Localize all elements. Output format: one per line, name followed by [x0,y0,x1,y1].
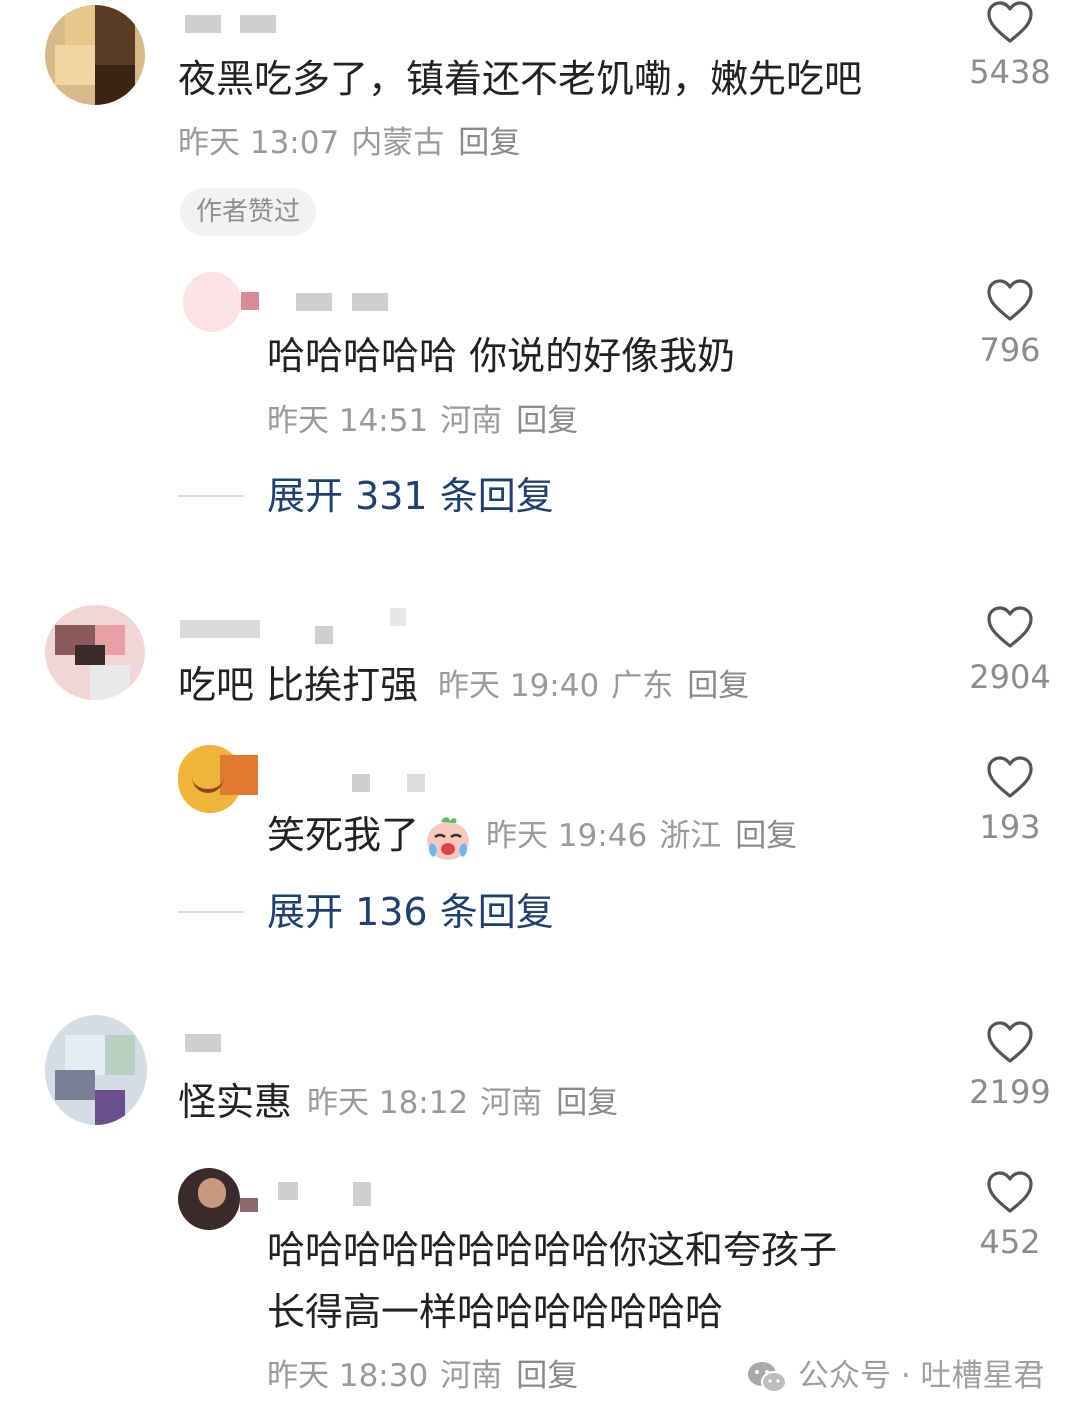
avatar[interactable] [45,5,145,105]
comment-time: 昨天 18:12 [307,1085,469,1121]
reply-location: 河南 [440,1358,503,1394]
like-button[interactable]: 5438 [955,0,1065,92]
heart-outline-icon [987,1021,1033,1063]
username-blurred[interactable] [185,15,221,33]
watermark: 公众号 · 吐槽星君 [746,1356,1045,1396]
expand-divider [178,495,244,497]
comment-meta: 昨天 13:07 内蒙古 回复 [178,123,520,163]
avatar[interactable] [178,745,260,813]
heart-outline-icon [987,606,1033,648]
username-blurred[interactable] [278,1182,298,1200]
reply-button[interactable]: 回复 [735,818,797,854]
wechat-icon [748,1361,787,1393]
reply-location: 河南 [440,403,503,439]
reply-time: 昨天 19:46 [486,818,648,854]
avatar[interactable] [183,272,261,334]
like-count: 2199 [969,1073,1051,1111]
like-count: 796 [979,331,1041,369]
reply-meta: 昨天 14:51 河南 回复 [267,401,578,441]
avatar[interactable] [45,605,145,700]
username-blurred[interactable] [180,620,260,638]
reply-button[interactable]: 回复 [687,668,749,704]
reply-meta: 昨天 19:46 浙江 回复 [486,816,797,856]
username-blurred[interactable] [353,1182,371,1206]
heart-outline-icon [987,756,1033,798]
comment-meta: 昨天 19:40 广东 回复 [438,666,749,706]
username-blurred[interactable] [352,293,388,311]
username-blurred[interactable] [352,774,370,792]
comment-location: 广东 [611,668,674,704]
reply-button[interactable]: 回复 [458,125,520,161]
avatar[interactable] [45,1015,147,1125]
expand-replies-link[interactable]: 展开 331 条回复 [267,472,554,520]
comment-text: 怪实惠 [178,1080,293,1124]
reply-location: 浙江 [659,818,722,854]
reply-meta: 昨天 18:30 河南 回复 [267,1356,578,1396]
crying-laughing-emoji [427,816,470,860]
reply-text-content: 笑死我了 [267,813,420,857]
like-button[interactable]: 2904 [955,605,1065,697]
comment-text: 吃吧 比挨打强 [178,663,419,707]
author-liked-badge: 作者赞过 [180,188,317,236]
username-blurred[interactable] [407,774,425,792]
reply-text: 笑死我了 [267,811,477,863]
reply-button[interactable]: 回复 [556,1085,618,1121]
username-blurred[interactable] [185,1034,221,1052]
reply-time: 昨天 14:51 [267,403,429,439]
like-button[interactable]: 193 [955,755,1065,847]
reply-text-line2: 长得高一样哈哈哈哈哈哈哈 [267,1290,724,1334]
expand-replies-link[interactable]: 展开 136 条回复 [267,888,554,936]
reply-button[interactable]: 回复 [516,403,578,439]
heart-outline-icon [987,1171,1033,1213]
comment-time: 昨天 13:07 [178,125,340,161]
username-blurred[interactable] [390,608,406,626]
heart-outline-icon [987,1,1033,43]
reply-text: 哈哈哈哈哈 你说的好像我奶 [267,334,736,378]
comment-time: 昨天 19:40 [438,668,600,704]
comment-location: 河南 [480,1085,543,1121]
like-count: 5438 [969,53,1051,91]
like-count: 452 [979,1223,1041,1261]
like-count: 193 [979,808,1041,846]
like-button[interactable]: 796 [955,278,1065,370]
reply-button[interactable]: 回复 [516,1358,578,1394]
username-blurred[interactable] [296,293,332,311]
like-button[interactable]: 2199 [955,1020,1065,1112]
username-blurred[interactable] [240,15,276,33]
expand-divider [178,911,244,913]
comment-location: 内蒙古 [351,125,445,161]
username-blurred[interactable] [315,626,333,644]
heart-outline-icon [987,279,1033,321]
like-count: 2904 [969,658,1051,696]
comment-meta: 昨天 18:12 河南 回复 [307,1083,618,1123]
reply-text-line1: 哈哈哈哈哈哈哈哈哈你这和夸孩子 [267,1228,838,1272]
reply-time: 昨天 18:30 [267,1358,429,1394]
like-button[interactable]: 452 [955,1170,1065,1262]
watermark-text: 公众号 · 吐槽星君 [798,1358,1045,1394]
comment-text: 夜黑吃多了，镇着还不老饥嘞，嫩先吃吧 [178,57,863,101]
avatar[interactable] [178,1168,260,1232]
